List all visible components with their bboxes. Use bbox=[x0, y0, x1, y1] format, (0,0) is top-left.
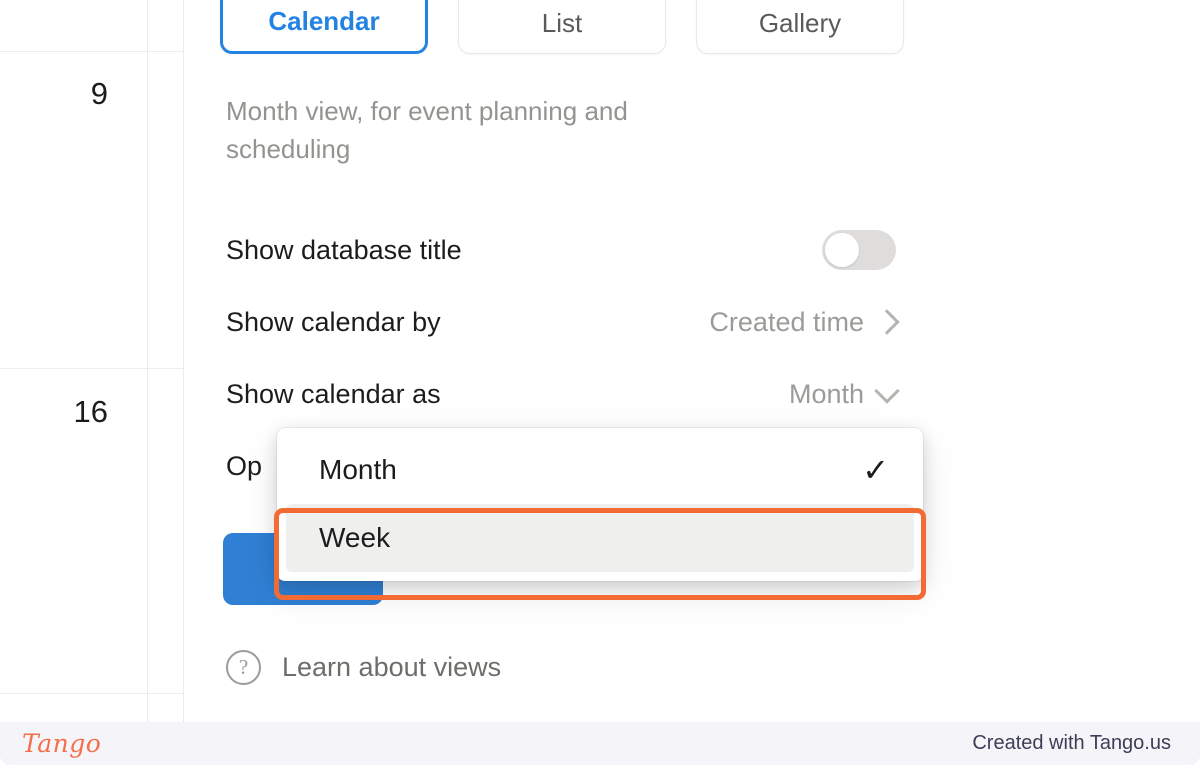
chevron-right-icon bbox=[874, 309, 900, 335]
calendar-day-number[interactable]: 16 bbox=[48, 396, 108, 427]
tango-logo: Tango bbox=[22, 729, 102, 758]
show-calendar-as-value: Month bbox=[788, 378, 864, 409]
chevron-down-icon bbox=[874, 377, 900, 404]
calendar-month-grid: 9 16 bbox=[0, 0, 183, 722]
setting-row-show-calendar-by[interactable]: Show calendar by Created time bbox=[226, 297, 900, 347]
show-calendar-as-control[interactable]: Month bbox=[788, 377, 900, 410]
setting-row-show-calendar-as[interactable]: Show calendar as Month bbox=[226, 369, 900, 419]
tab-gallery[interactable]: Gallery bbox=[696, 0, 904, 54]
question-mark-icon: ? bbox=[226, 650, 261, 685]
tab-list[interactable]: List bbox=[458, 0, 666, 54]
check-icon: ✓ bbox=[862, 452, 889, 488]
toggle-knob bbox=[825, 233, 859, 267]
grid-line-horizontal bbox=[0, 693, 183, 694]
tab-calendar[interactable]: Calendar bbox=[220, 0, 428, 54]
tab-list-label: List bbox=[541, 8, 583, 38]
footer-credit: Created with Tango.us bbox=[972, 732, 1171, 754]
dropdown-item-week-label: Week bbox=[319, 522, 391, 553]
calendar-day-number[interactable]: 9 bbox=[48, 78, 108, 109]
learn-about-views-link[interactable]: ? Learn about views bbox=[226, 650, 501, 685]
dropdown-item-month[interactable]: Month ✓ bbox=[286, 436, 914, 504]
setting-label-show-database-title: Show database title bbox=[226, 234, 462, 265]
view-settings-panel: Calendar List Gallery Month view, for ev… bbox=[183, 0, 1200, 722]
dropdown-item-week[interactable]: Week bbox=[286, 504, 914, 572]
setting-label-show-calendar-as: Show calendar as bbox=[226, 378, 441, 409]
grid-line-horizontal bbox=[0, 51, 183, 52]
setting-label-show-calendar-by: Show calendar by bbox=[226, 306, 441, 337]
show-calendar-by-value: Created time bbox=[709, 306, 864, 337]
tab-calendar-label: Calendar bbox=[268, 6, 380, 36]
setting-row-show-database-title[interactable]: Show database title bbox=[226, 225, 896, 275]
show-calendar-by-control[interactable]: Created time bbox=[709, 306, 900, 338]
grid-line-vertical bbox=[147, 0, 148, 722]
app-screenshot: 9 16 Calendar List Gallery Month view, f… bbox=[0, 0, 1200, 765]
learn-about-views-label: Learn about views bbox=[282, 652, 502, 682]
setting-label-open-pages-in: Op bbox=[226, 450, 263, 481]
show-calendar-as-dropdown-menu: Month ✓ Week bbox=[277, 428, 923, 581]
view-description: Month view, for event planning and sched… bbox=[226, 96, 628, 165]
tango-footer: Tango Created with Tango.us bbox=[0, 722, 1200, 765]
grid-line-horizontal bbox=[0, 368, 183, 369]
tab-gallery-label: Gallery bbox=[758, 8, 842, 38]
show-database-title-toggle[interactable] bbox=[822, 230, 896, 270]
dropdown-item-month-label: Month bbox=[319, 454, 397, 485]
view-type-tabs: Calendar List Gallery bbox=[220, 0, 904, 54]
